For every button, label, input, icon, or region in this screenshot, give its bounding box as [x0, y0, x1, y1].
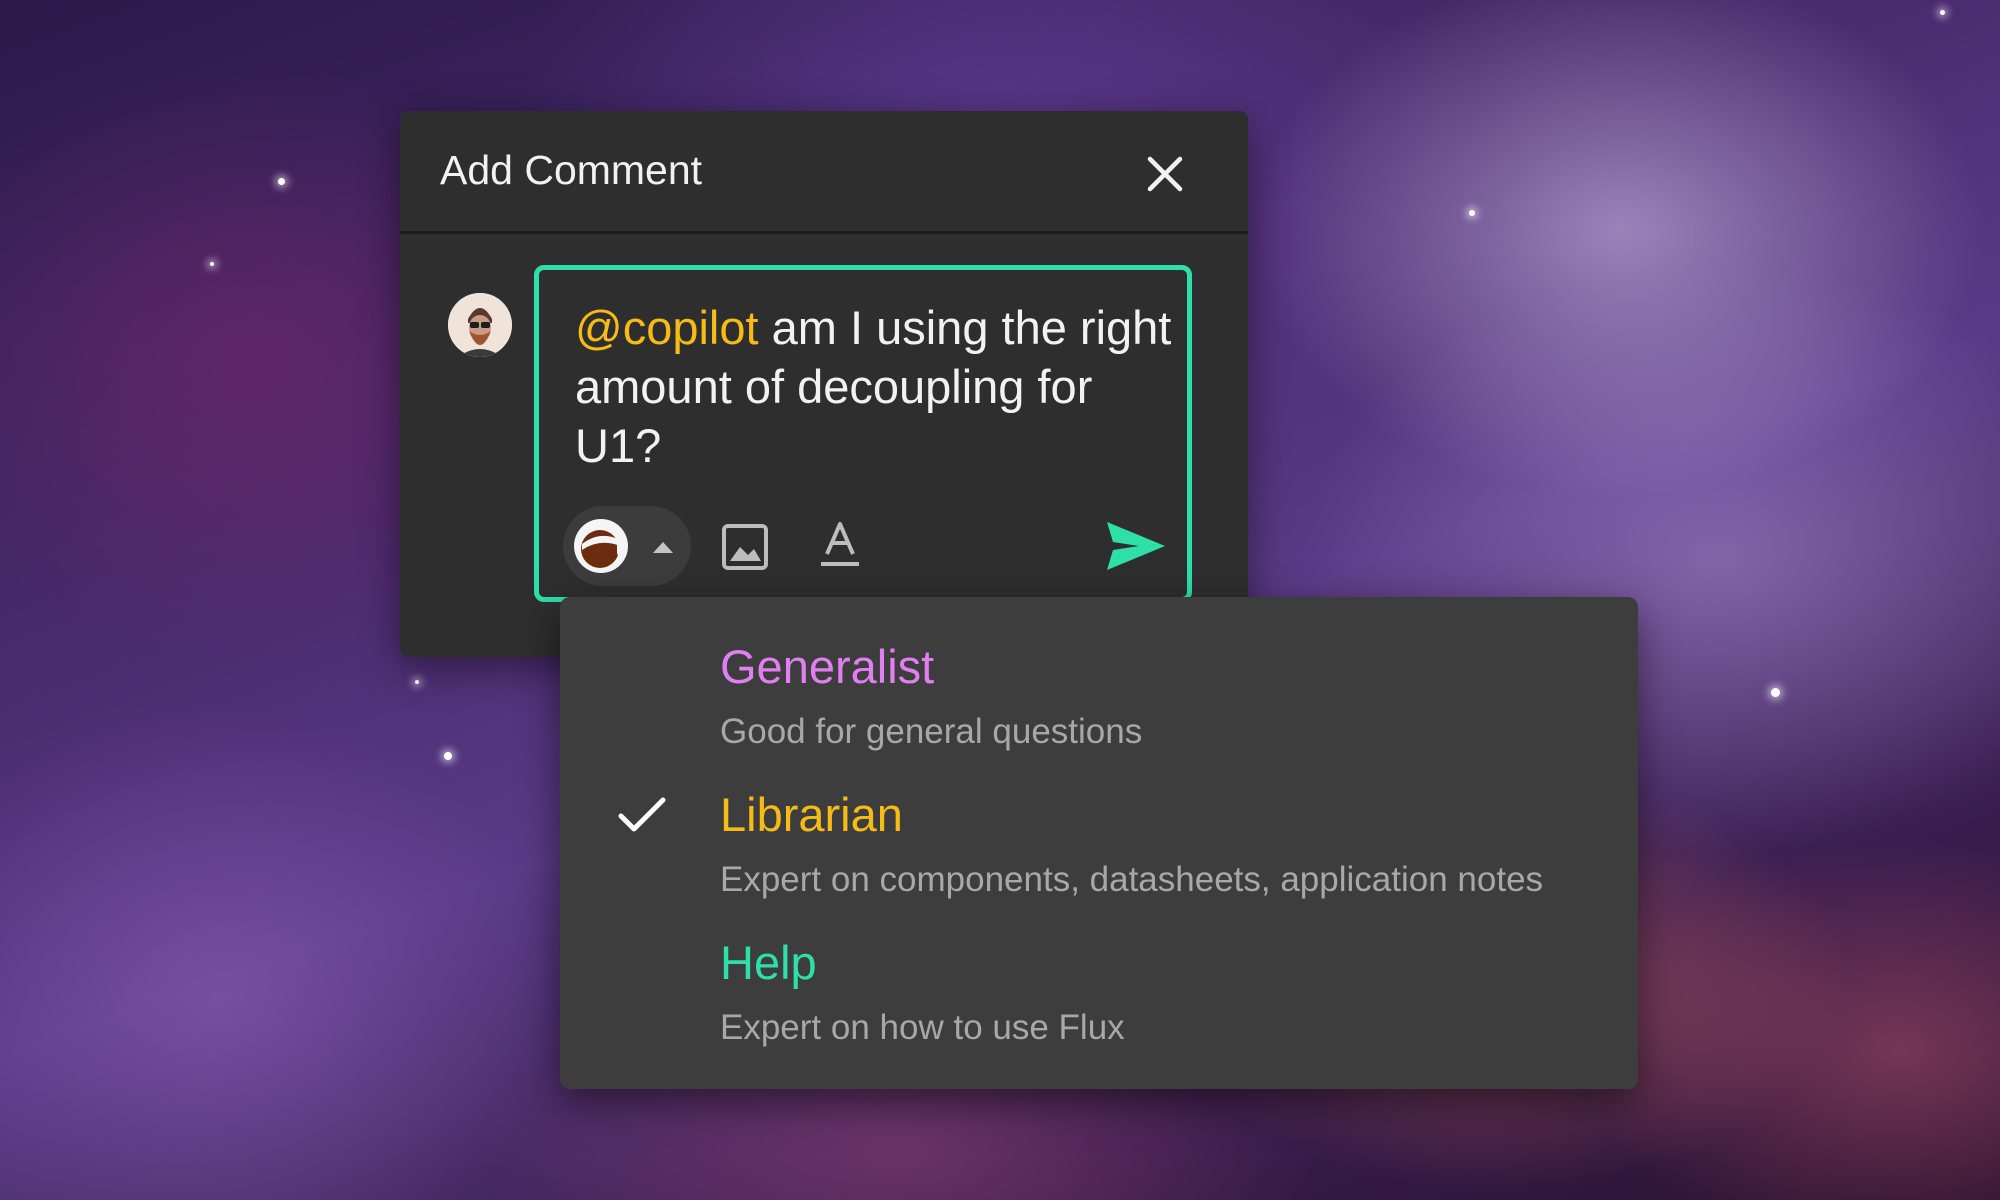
star	[444, 752, 452, 760]
comment-input[interactable]: @copilot am I using the right amount of …	[534, 265, 1192, 602]
option-help[interactable]: Help Expert on how to use Flux	[560, 893, 1638, 1047]
copilot-mode-dropdown: Generalist Good for general questions Li…	[560, 597, 1638, 1089]
dialog-header: Add Comment	[400, 111, 1248, 234]
close-icon[interactable]	[1140, 149, 1190, 199]
star	[1771, 688, 1780, 697]
copilot-selector-button[interactable]	[563, 506, 691, 586]
option-name: Librarian	[720, 788, 903, 841]
composer-toolbar	[563, 506, 1183, 586]
comment-text[interactable]: @copilot am I using the right amount of …	[575, 298, 1175, 475]
star	[278, 178, 285, 185]
mention-tag: @copilot	[575, 301, 759, 354]
add-comment-dialog: Add Comment @copilot am I using the righ…	[400, 111, 1248, 657]
option-description: Expert on how to use Flux	[720, 1008, 1125, 1047]
star	[1940, 10, 1945, 15]
checkmark-icon	[618, 797, 666, 832]
user-avatar	[448, 293, 512, 357]
star	[1469, 210, 1475, 216]
send-icon[interactable]	[1105, 518, 1167, 574]
star	[210, 262, 214, 266]
option-name: Help	[720, 936, 817, 989]
option-name: Generalist	[720, 640, 935, 693]
user-avatar-icon	[448, 293, 512, 357]
caret-up-icon	[653, 542, 673, 553]
option-librarian[interactable]: Librarian Expert on components, datashee…	[560, 745, 1638, 899]
option-generalist[interactable]: Generalist Good for general questions	[560, 597, 1638, 751]
image-icon[interactable]	[721, 523, 769, 571]
copilot-avatar-icon	[574, 519, 628, 573]
dialog-title: Add Comment	[440, 147, 703, 193]
star	[415, 680, 419, 684]
text-format-icon[interactable]	[819, 520, 861, 568]
